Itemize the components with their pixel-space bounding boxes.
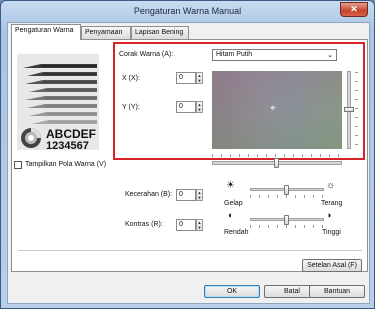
color-tone-value: Hitam Putih [216,51,253,58]
ok-button[interactable]: OK [204,285,260,298]
brightness-max-label: Terang [321,200,343,207]
sun-bright-icon: ☼ [326,180,336,191]
preview-text-line2: 1234567 [46,140,89,152]
default-settings-button[interactable]: Setelan Asal (F) [302,259,362,272]
chevron-down-icon: ⌄ [327,52,333,59]
contrast-max-label: Tinggi [322,229,341,236]
y-slider-thumb[interactable] [344,107,354,112]
contrast-slider-thumb[interactable] [284,215,289,225]
contrast-down-arrow-icon[interactable]: ▼ [197,225,202,230]
y-slider-ticks [355,72,358,148]
contrast-input[interactable]: 0 [176,219,196,231]
brightness-stepper[interactable]: ▲ ▼ [196,189,203,201]
y-label: Y (Y): [122,104,140,111]
x-label: X (X): [122,75,140,82]
y-down-arrow-icon[interactable]: ▼ [197,107,202,112]
show-pattern-checkbox[interactable] [14,161,22,169]
show-pattern-label: Tampilkan Pola Warna (V) [25,161,107,168]
preview-text-line1: ABCDEF [46,127,96,141]
y-input[interactable]: 0 [176,101,196,113]
color-wheel-icon [21,128,41,148]
contrast-stepper[interactable]: ▲ ▼ [196,219,203,231]
grid-overlay [212,71,342,149]
x-slider-thumb[interactable] [274,158,279,168]
color-tone-select[interactable]: Hitam Putih ⌄ [212,49,337,61]
brightness-down-arrow-icon[interactable]: ▼ [197,195,202,200]
window-title: Pengaturan Warna Manual [133,6,242,16]
crosshair-icon[interactable]: ⌖ [270,103,276,114]
x-down-arrow-icon[interactable]: ▼ [197,78,202,83]
separator [18,250,362,251]
dialog-client: Pengaturan Warna Penyamaan Lapisan Benin… [7,22,370,304]
contrast-high-icon: ◑ [326,210,332,220]
brightness-label: Kecerahan (B): [125,191,173,198]
sun-dark-icon: ☀ [226,180,235,191]
color-tone-label: Corak Warna (A): [119,51,174,58]
x-slider-ticks [212,154,342,157]
contrast-low-icon: ◐ [228,210,234,220]
help-button[interactable]: Bantuan [309,285,365,298]
contrast-ticks [250,225,324,228]
x-input[interactable]: 0 [176,72,196,84]
brightness-min-label: Gelap [224,200,243,207]
dialog-window: Pengaturan Warna Manual ✕ Pengaturan War… [0,0,375,309]
color-adjust-grid[interactable]: ⌖ [212,71,342,149]
tab-color-settings[interactable]: Pengaturan Warna [11,24,81,40]
contrast-min-label: Rendah [224,229,249,236]
brightness-input[interactable]: 0 [176,189,196,201]
tab-panel: ABCDEF 1234567 Tampilkan Pola Warna (V) … [11,39,368,272]
contrast-label: Kontras (R): [125,221,163,228]
x-stepper[interactable]: ▲ ▼ [196,72,203,84]
tab-clear-coat[interactable]: Lapisan Bening [131,26,189,39]
close-button[interactable]: ✕ [340,2,368,17]
y-stepper[interactable]: ▲ ▼ [196,101,203,113]
brightness-ticks [250,195,324,198]
tab-matching[interactable]: Penyamaan [81,26,131,39]
brightness-slider-thumb[interactable] [284,185,289,195]
